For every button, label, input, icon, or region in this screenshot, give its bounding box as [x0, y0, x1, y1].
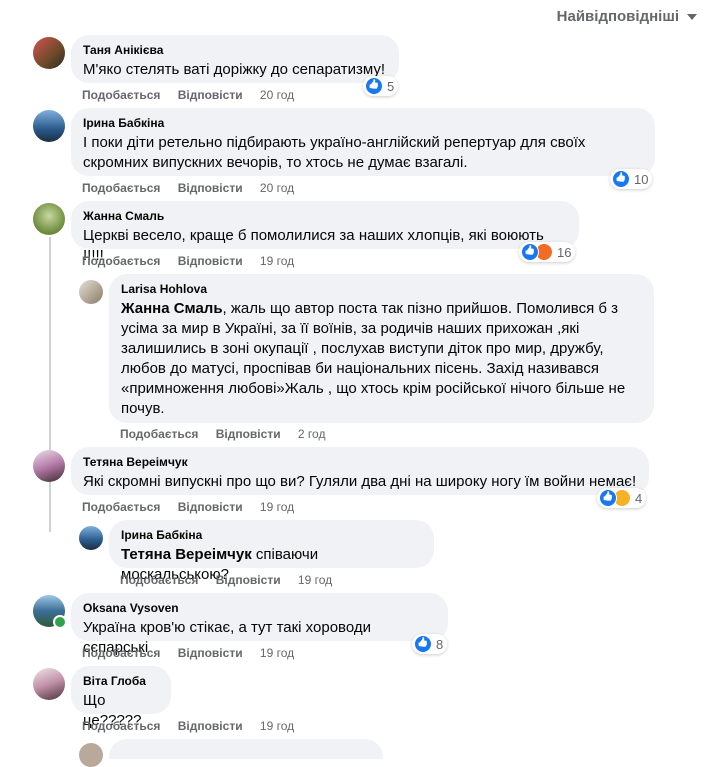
- comment-author[interactable]: Ірина Бабкіна: [83, 115, 643, 131]
- timestamp[interactable]: 19 год: [260, 646, 294, 660]
- comment-author[interactable]: Oksana Vysoven: [83, 600, 436, 616]
- reaction-summary[interactable]: 16: [519, 242, 576, 262]
- reply-bubble: Larisa Hohlova Жанна Смаль, жаль що авто…: [109, 274, 654, 423]
- comment-author[interactable]: Жанна Смаль: [83, 208, 567, 224]
- mention-link[interactable]: Жанна Смаль: [121, 300, 223, 317]
- like-reaction-icon: [414, 635, 432, 653]
- avatar[interactable]: [33, 203, 65, 235]
- comment-author[interactable]: Таня Анікієва: [83, 42, 387, 58]
- like-link[interactable]: Подобається: [82, 254, 160, 268]
- comment-text: М'яко стелять ваті доріжку до сепаратизм…: [83, 61, 386, 78]
- reply-bubble: [109, 739, 383, 759]
- comment-actions: Подобається Відповісти 20 год: [82, 181, 308, 195]
- reply-link[interactable]: Відповісти: [178, 646, 243, 660]
- avatar[interactable]: [33, 110, 65, 142]
- like-link[interactable]: Подобається: [120, 573, 198, 587]
- reply-link[interactable]: Відповісти: [178, 254, 243, 268]
- timestamp[interactable]: 19 год: [260, 719, 294, 733]
- comment-author[interactable]: Віта Глоба: [83, 673, 159, 689]
- comment-actions: Подобається Відповісти 19 год: [82, 254, 308, 268]
- like-reaction-icon: [599, 489, 617, 507]
- comment-actions: Подобається Відповісти 19 год: [82, 646, 308, 660]
- comment-text: Які скромні випускні про що ви? Гуляли д…: [83, 473, 637, 490]
- reply-link[interactable]: Відповісти: [216, 573, 281, 587]
- comment-author[interactable]: Тетяна Вереімчук: [83, 454, 637, 470]
- reply-link[interactable]: Відповісти: [178, 719, 243, 733]
- timestamp[interactable]: 19 год: [260, 254, 294, 268]
- avatar[interactable]: [79, 526, 103, 550]
- comment-text: , жаль що автор поста так пізно прийшов.…: [121, 300, 626, 417]
- timestamp[interactable]: 2 год: [298, 427, 326, 441]
- comment-author[interactable]: Larisa Hohlova: [121, 281, 642, 297]
- mention-link[interactable]: Тетяна Вереімчук: [121, 546, 252, 563]
- like-link[interactable]: Подобається: [82, 181, 160, 195]
- caret-down-icon: [687, 14, 697, 20]
- reaction-count: 16: [557, 244, 572, 260]
- reaction-summary[interactable]: 8: [412, 634, 448, 654]
- comment-author[interactable]: Ірина Бабкіна: [121, 527, 422, 543]
- reaction-summary[interactable]: 5: [363, 76, 399, 96]
- comment-bubble: Віта Глоба Що це?????: [71, 666, 171, 729]
- sort-label: Найвідповідніші: [556, 8, 679, 25]
- reaction-summary[interactable]: 10: [610, 169, 653, 189]
- avatar[interactable]: [79, 280, 103, 304]
- reply-bubble: Ірина Бабкіна Тетяна Вереімчук співаючи …: [109, 520, 434, 583]
- like-link[interactable]: Подобається: [82, 646, 160, 660]
- reaction-count: 4: [635, 490, 643, 506]
- reaction-count: 10: [634, 171, 649, 187]
- like-reaction-icon: [521, 243, 539, 261]
- comment-actions: Подобається Відповісти 19 год: [82, 719, 308, 733]
- comment-actions: Подобається Відповісти 20 год: [82, 88, 308, 102]
- online-status-indicator: [53, 615, 67, 629]
- comment-actions: Подобається Відповісти 2 год: [120, 427, 339, 441]
- like-link[interactable]: Подобається: [120, 427, 198, 441]
- reaction-count: 5: [387, 78, 395, 94]
- comment-bubble: Жанна Смаль Церкві весело, краще б помол…: [71, 201, 579, 264]
- reply-link[interactable]: Відповісти: [178, 181, 243, 195]
- reply-link[interactable]: Відповісти: [178, 500, 243, 514]
- like-link[interactable]: Подобається: [82, 719, 160, 733]
- timestamp[interactable]: 20 год: [260, 88, 294, 102]
- reply-link[interactable]: Відповісти: [178, 88, 243, 102]
- reply-link[interactable]: Відповісти: [216, 427, 281, 441]
- comment-actions: Подобається Відповісти 19 год: [82, 500, 308, 514]
- comment-bubble: Тетяна Вереімчук Які скромні випускні пр…: [71, 447, 649, 495]
- comment-bubble: Ірина Бабкіна І поки діти ретельно підби…: [71, 108, 655, 176]
- timestamp[interactable]: 20 год: [260, 181, 294, 195]
- comment-actions: Подобається Відповісти 19 год: [120, 573, 346, 587]
- reaction-summary[interactable]: 4: [597, 488, 647, 508]
- sort-dropdown[interactable]: Найвідповідніші: [556, 8, 697, 25]
- avatar[interactable]: [33, 668, 65, 700]
- avatar[interactable]: [33, 37, 65, 69]
- like-link[interactable]: Подобається: [82, 88, 160, 102]
- timestamp[interactable]: 19 год: [260, 500, 294, 514]
- comment-bubble: Oksana Vysoven Україна кров'ю стікає, а …: [71, 593, 448, 656]
- avatar[interactable]: [79, 743, 103, 767]
- reaction-count: 8: [436, 636, 444, 652]
- like-reaction-icon: [365, 77, 383, 95]
- avatar[interactable]: [33, 450, 65, 482]
- timestamp[interactable]: 19 год: [298, 573, 332, 587]
- comment-bubble: Таня Анікієва М'яко стелять ваті доріжку…: [71, 35, 399, 83]
- thread-line: [49, 237, 51, 532]
- like-reaction-icon: [612, 170, 630, 188]
- comment-text: І поки діти ретельно підбирають україно-…: [83, 134, 586, 171]
- like-link[interactable]: Подобається: [82, 500, 160, 514]
